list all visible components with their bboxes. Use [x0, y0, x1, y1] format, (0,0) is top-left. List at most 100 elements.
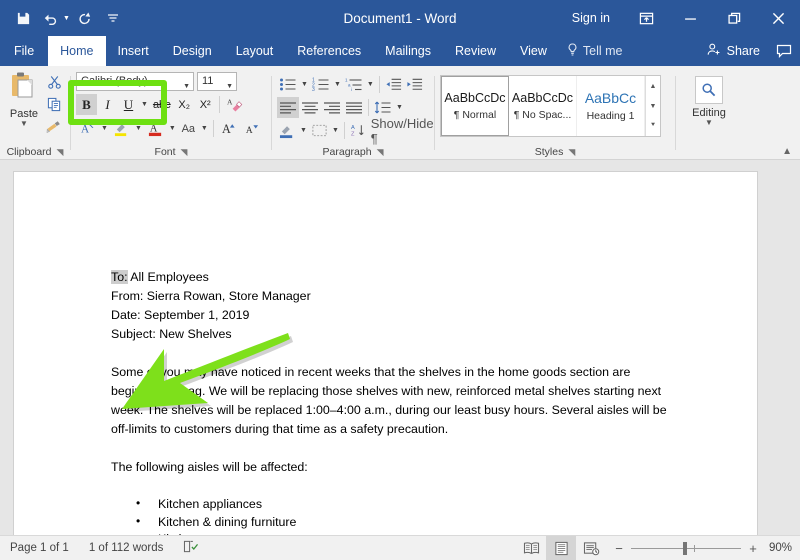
style-heading-1[interactable]: AaBbCс Heading 1 — [577, 76, 645, 136]
tab-references[interactable]: References — [285, 36, 373, 66]
multilevel-list-button[interactable]: 1ai — [343, 74, 365, 95]
search-icon[interactable] — [695, 76, 723, 104]
ribbon-display-options-icon[interactable] — [624, 0, 668, 36]
styles-scroll-down-icon[interactable]: ▼ — [646, 96, 660, 116]
zoom-in-button[interactable]: + — [748, 541, 758, 556]
justify-button[interactable] — [343, 97, 365, 118]
tab-insert[interactable]: Insert — [106, 36, 161, 66]
font-color-icon[interactable]: A — [144, 118, 167, 139]
bold-button[interactable]: B — [76, 94, 97, 115]
redo-icon[interactable] — [72, 5, 98, 31]
shrink-font-button[interactable]: A — [240, 118, 263, 139]
shading-dropdown-icon[interactable]: ▼ — [298, 127, 309, 134]
print-layout-button[interactable] — [546, 535, 576, 560]
web-layout-button[interactable] — [576, 536, 606, 560]
tab-home[interactable]: Home — [48, 36, 106, 66]
paste-dropdown-icon[interactable]: ▼ — [20, 120, 28, 128]
numbering-dropdown-icon[interactable]: ▼ — [332, 81, 343, 88]
font-color-dropdown-icon[interactable]: ▼ — [167, 125, 178, 132]
align-center-button[interactable] — [299, 97, 321, 118]
zoom-slider[interactable] — [631, 541, 741, 555]
show-formatting-marks-button[interactable]: Show/Hide ¶ — [369, 116, 437, 146]
text-effects-icon[interactable]: A — [76, 118, 99, 139]
comment-icon[interactable] — [768, 36, 800, 66]
clipboard-group-label: Clipboard ◥ — [6, 146, 64, 158]
paste-button[interactable]: Paste ▼ — [5, 70, 43, 128]
list-item: Kitchen & dining furniture — [136, 513, 681, 532]
font-name-dropdown-icon[interactable]: ▼ — [183, 78, 190, 90]
tab-view[interactable]: View — [508, 36, 559, 66]
tab-design[interactable]: Design — [161, 36, 224, 66]
change-case-button[interactable]: Aa — [178, 118, 199, 139]
person-add-icon — [707, 43, 722, 59]
collapse-ribbon-icon[interactable]: ▲ — [782, 146, 792, 157]
subscript-button[interactable]: X₂ — [174, 94, 195, 115]
styles-scroll-up-icon[interactable]: ▲ — [646, 76, 660, 96]
clear-formatting-icon[interactable]: A — [223, 94, 246, 115]
multilevel-dropdown-icon[interactable]: ▼ — [365, 81, 376, 88]
customize-qat-icon[interactable] — [100, 5, 126, 31]
word-count[interactable]: 1 of 112 words — [79, 542, 174, 554]
styles-more-icon[interactable]: ⯆ — [646, 116, 660, 136]
font-size-dropdown-icon[interactable]: ▼ — [226, 78, 233, 95]
proofing-errors-icon[interactable] — [173, 540, 209, 557]
text-effects-dropdown-icon[interactable]: ▼ — [99, 125, 110, 132]
highlight-dropdown-icon[interactable]: ▼ — [133, 125, 144, 132]
close-icon[interactable] — [756, 0, 800, 36]
sign-in-button[interactable]: Sign in — [558, 11, 624, 25]
editing-dropdown-icon[interactable]: ▼ — [705, 119, 713, 127]
page-status[interactable]: Page 1 of 1 — [0, 542, 79, 554]
memo-to-value: All Employees — [127, 270, 209, 284]
styles-dialog-launcher-icon[interactable]: ◥ — [568, 147, 575, 158]
underline-button[interactable]: U — [118, 94, 139, 115]
tab-file[interactable]: File — [0, 36, 48, 66]
zoom-level[interactable]: 90% — [766, 542, 800, 554]
title-bar: ▼ Document1 - Word Sign in — [0, 0, 800, 36]
strikethrough-button[interactable]: abc — [150, 94, 174, 115]
increase-indent-button[interactable] — [404, 74, 425, 95]
copy-icon[interactable] — [43, 94, 65, 115]
sort-button[interactable]: AZ — [348, 120, 369, 141]
tab-mailings[interactable]: Mailings — [373, 36, 443, 66]
font-size-input[interactable]: 11 ▼ — [197, 72, 237, 91]
style-no-spacing[interactable]: AaBbCcDc ¶ No Spac... — [509, 76, 577, 136]
bullets-button[interactable] — [277, 74, 299, 95]
tab-review[interactable]: Review — [443, 36, 508, 66]
align-right-button[interactable] — [321, 97, 343, 118]
numbering-button[interactable]: 123 — [310, 74, 332, 95]
restore-icon[interactable] — [712, 0, 756, 36]
superscript-button[interactable]: X² — [195, 94, 216, 115]
tab-layout[interactable]: Layout — [224, 36, 286, 66]
editing-button[interactable]: Editing ▼ — [681, 70, 737, 127]
change-case-dropdown-icon[interactable]: ▼ — [199, 125, 210, 132]
tell-me-box[interactable]: Tell me — [559, 36, 633, 66]
italic-button[interactable]: I — [97, 94, 118, 115]
font-name-input[interactable]: Calibri (Body) ▼ — [76, 72, 194, 91]
line-spacing-dropdown-icon[interactable]: ▼ — [394, 104, 405, 111]
format-painter-icon[interactable] — [43, 116, 65, 137]
paragraph-dialog-launcher-icon[interactable]: ◥ — [377, 147, 384, 158]
borders-button[interactable] — [309, 120, 330, 141]
grow-font-button[interactable]: A — [217, 118, 240, 139]
style-normal[interactable]: AaBbCcDc ¶ Normal — [441, 76, 509, 136]
minimize-icon[interactable] — [668, 0, 712, 36]
zoom-slider-thumb[interactable] — [683, 541, 687, 555]
document-canvas[interactable]: To: All Employees From: Sierra Rowan, St… — [0, 160, 800, 535]
font-dialog-launcher-icon[interactable]: ◥ — [181, 147, 188, 158]
styles-scroll-buttons: ▲ ▼ ⯆ — [645, 76, 660, 136]
decrease-indent-button[interactable] — [383, 74, 404, 95]
undo-icon[interactable] — [38, 5, 64, 31]
undo-dropdown-icon[interactable]: ▼ — [63, 15, 70, 22]
read-mode-button[interactable] — [516, 536, 546, 560]
borders-dropdown-icon[interactable]: ▼ — [330, 127, 341, 134]
align-left-button[interactable] — [277, 97, 299, 118]
shading-button[interactable] — [277, 120, 298, 141]
cut-icon[interactable] — [43, 72, 65, 93]
bullets-dropdown-icon[interactable]: ▼ — [299, 81, 310, 88]
text-highlight-color-icon[interactable] — [110, 118, 133, 139]
zoom-out-button[interactable]: − — [614, 541, 624, 556]
save-icon[interactable] — [10, 5, 36, 31]
share-button[interactable]: Share — [699, 36, 768, 66]
clipboard-dialog-launcher-icon[interactable]: ◥ — [57, 147, 64, 158]
underline-dropdown-icon[interactable]: ▼ — [139, 101, 150, 108]
